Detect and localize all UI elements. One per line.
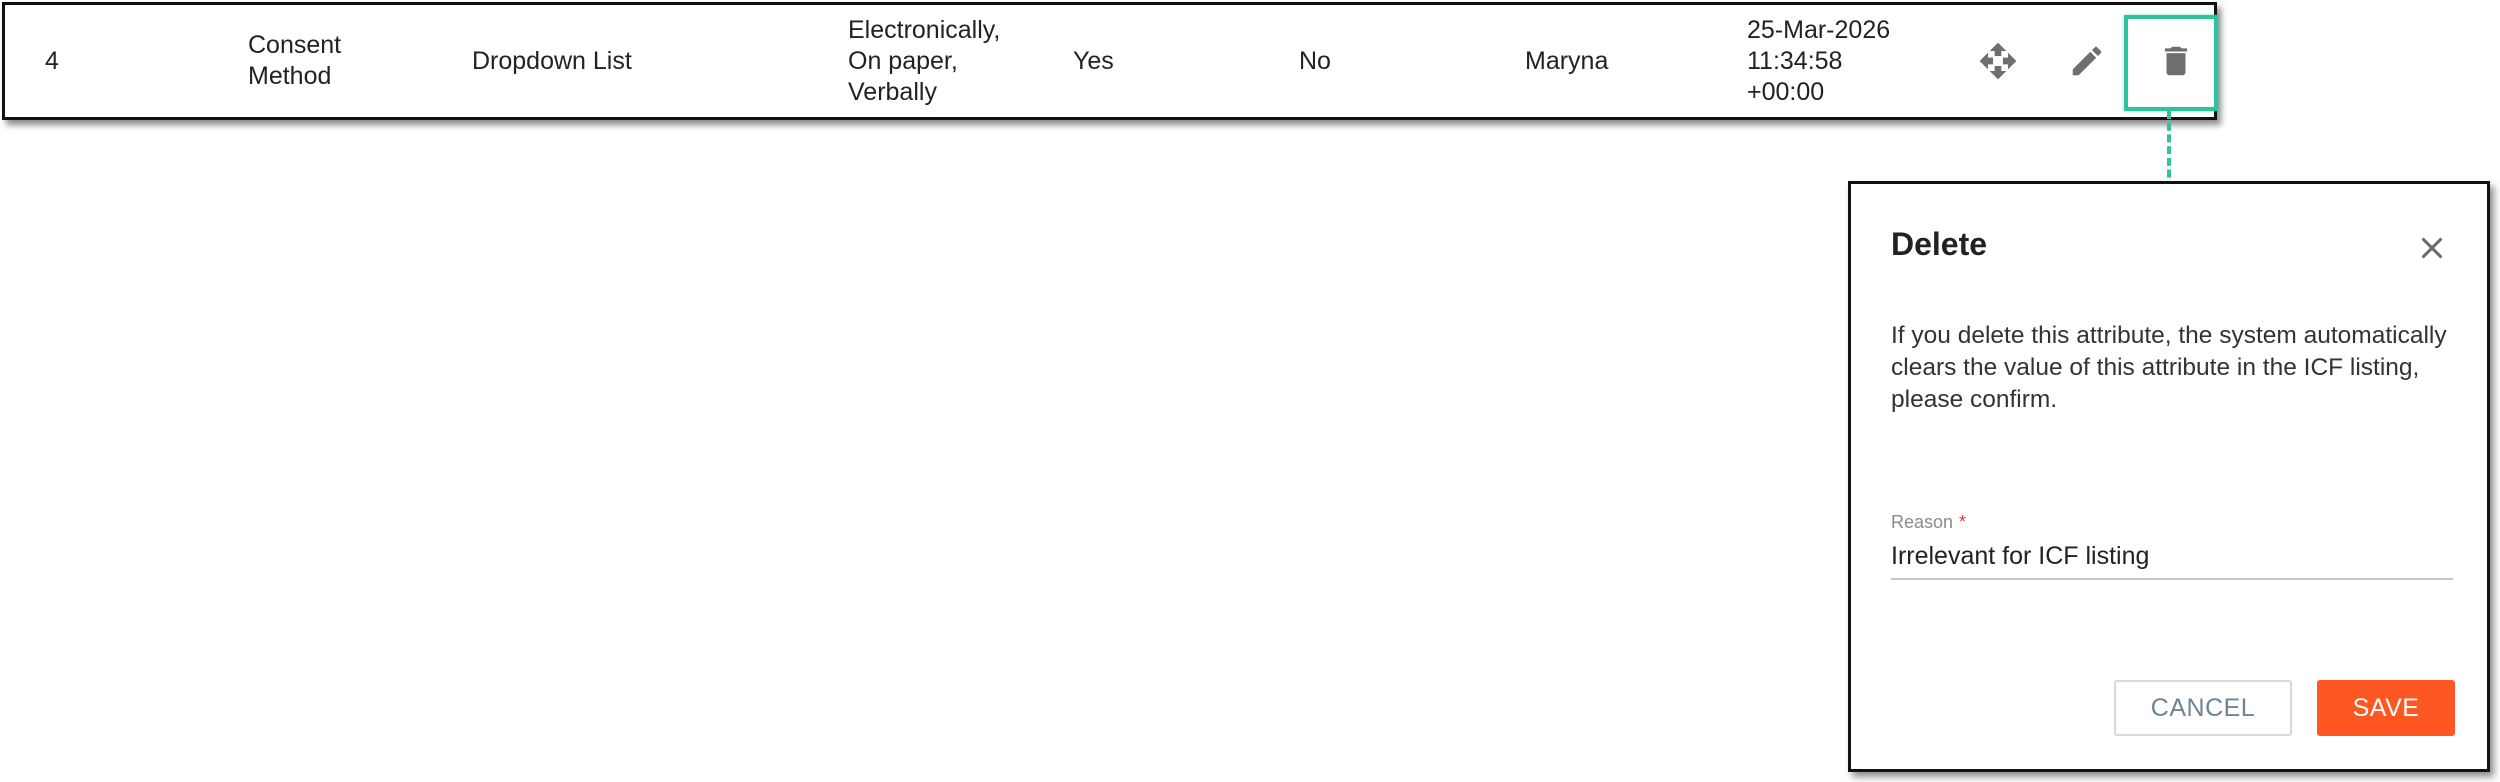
pencil-icon: [2072, 46, 2102, 76]
attribute-type-cell: Dropdown List: [472, 5, 812, 117]
save-button[interactable]: SAVE: [2317, 680, 2455, 736]
move-icon: [1979, 42, 2017, 80]
dialog-message: If you delete this attribute, the system…: [1891, 322, 2447, 413]
dialog-title: Delete: [1891, 226, 1988, 262]
reason-label-text: Reason: [1891, 512, 1954, 532]
attribute-name-cell: Consent Method: [248, 5, 448, 117]
attribute-name: Consent Method: [248, 31, 342, 90]
modified-date: 25-Mar-2026 11:34:58 +00:00: [1747, 15, 1891, 106]
required-asterisk: *: [1959, 512, 1967, 532]
close-icon: [2421, 237, 2443, 259]
trash-icon: [2164, 46, 2188, 76]
modified-by: Maryna: [1525, 46, 1609, 75]
reason-input[interactable]: [1891, 534, 2453, 580]
edit-button[interactable]: [2057, 31, 2117, 91]
move-button[interactable]: [1968, 31, 2028, 91]
attribute-values: Electronically, On paper, Verbally: [848, 15, 1001, 106]
modified-by-cell: Maryna: [1525, 5, 1725, 117]
close-button[interactable]: [2414, 230, 2450, 266]
modified-date-cell: 25-Mar-2026 11:34:58 +00:00: [1747, 5, 1947, 117]
attribute-type: Dropdown List: [472, 46, 632, 75]
cancel-button[interactable]: CANCEL: [2114, 680, 2292, 736]
delete-button[interactable]: [2146, 31, 2206, 91]
row-number-cell: 4: [45, 5, 195, 117]
attribute-table-row: 4 Consent Method Dropdown List Electroni…: [2, 2, 2217, 120]
multiple-value: No: [1299, 46, 1331, 75]
required-cell: Yes: [1073, 5, 1193, 117]
delete-dialog: Delete If you delete this attribute, the…: [1848, 181, 2490, 772]
row-number: 4: [45, 46, 59, 75]
attribute-values-cell: Electronically, On paper, Verbally: [848, 5, 1048, 117]
reason-label: Reason *: [1891, 512, 1966, 533]
multiple-cell: No: [1299, 5, 1419, 117]
required-value: Yes: [1073, 46, 1114, 75]
